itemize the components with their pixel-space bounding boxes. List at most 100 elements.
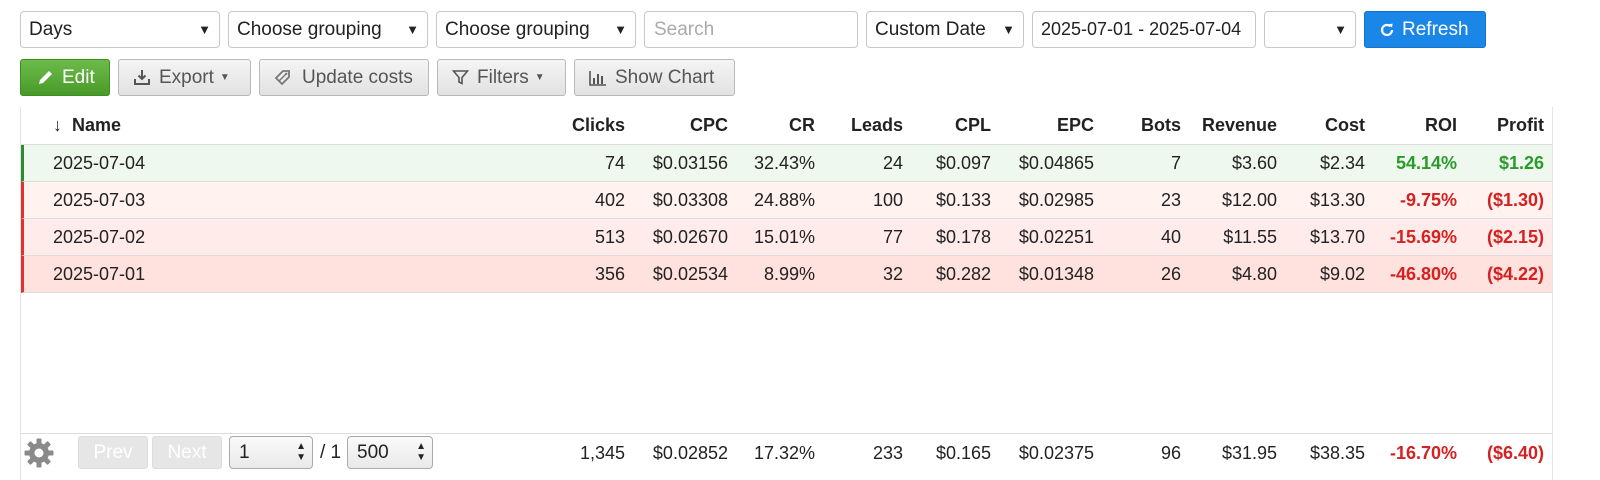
- col-header-epc[interactable]: EPC: [1057, 107, 1094, 144]
- cell-cpc: $0.02534: [652, 264, 728, 284]
- total-cr: 17.32%: [753, 443, 815, 463]
- grouping-select-3-value: Choose grouping: [445, 19, 590, 40]
- cell-leads: 32: [882, 264, 903, 284]
- edit-button[interactable]: Edit: [20, 59, 110, 96]
- date-mode-value: Custom Date: [875, 19, 986, 40]
- cell-epc: $0.04865: [1018, 153, 1094, 173]
- caret-down-icon: ▼: [1334, 22, 1347, 37]
- cell-leads: 100: [872, 190, 903, 210]
- cell-cr: 32.43%: [753, 153, 815, 173]
- cell-revenue: $4.80: [1231, 264, 1277, 284]
- table-row[interactable]: 2025-07-03 402 $0.03308 24.88% 100 $0.13…: [21, 182, 1552, 219]
- table-row[interactable]: 2025-07-04 74 $0.03156 32.43% 24 $0.097 …: [21, 145, 1552, 182]
- date-mode-select[interactable]: Custom Date ▼: [866, 11, 1024, 48]
- cell-name: 2025-07-02: [53, 227, 146, 247]
- updown-icon: ▲ ▼: [296, 441, 306, 463]
- cell-cr: 15.01%: [753, 227, 815, 247]
- search-placeholder: Search: [654, 19, 715, 40]
- refresh-button[interactable]: Refresh: [1364, 11, 1486, 48]
- export-button[interactable]: Export ▼: [118, 59, 251, 96]
- search-input[interactable]: Search: [644, 11, 858, 48]
- grouping-select-1-value: Days: [29, 19, 73, 40]
- total-profit: ($6.40): [1486, 443, 1544, 463]
- col-header-name[interactable]: Name: [72, 107, 121, 144]
- total-revenue: $31.95: [1221, 443, 1277, 463]
- cell-clicks: 356: [594, 264, 625, 284]
- caret-down-icon: ▼: [406, 22, 419, 37]
- caret-down-icon: ▼: [1002, 22, 1015, 37]
- next-label: Next: [167, 442, 207, 463]
- extra-select[interactable]: ▼: [1264, 11, 1356, 48]
- col-header-cr[interactable]: CR: [789, 107, 815, 144]
- cell-revenue: $11.55: [1223, 227, 1277, 247]
- prev-page-button[interactable]: Prev: [78, 436, 148, 469]
- bar-chart-icon: [589, 70, 606, 86]
- date-range-value: 2025-07-01 - 2025-07-04: [1041, 19, 1242, 39]
- prev-label: Prev: [93, 442, 133, 463]
- cell-cpl: $0.133: [935, 190, 991, 210]
- table-header[interactable]: ↓ Name Clicks CPC CR Leads CPL EPC Bots …: [21, 107, 1552, 145]
- cell-cr: 8.99%: [763, 264, 815, 284]
- cell-cost: $2.34: [1319, 153, 1365, 173]
- cell-clicks: 402: [594, 190, 625, 210]
- tags-icon: [274, 70, 290, 86]
- col-header-roi[interactable]: ROI: [1425, 107, 1457, 144]
- cell-cpc: $0.03156: [652, 153, 728, 173]
- report-table: ↓ Name Clicks CPC CR Leads CPL EPC Bots …: [20, 107, 1553, 480]
- pencil-icon: [39, 71, 52, 84]
- cell-bots: 23: [1160, 190, 1181, 210]
- cell-name: 2025-07-03: [53, 190, 146, 210]
- page-size-select[interactable]: 500 ▲ ▼: [347, 436, 433, 469]
- filters-button[interactable]: Filters ▼: [437, 59, 566, 96]
- col-header-bots[interactable]: Bots: [1141, 107, 1181, 144]
- cell-bots: 7: [1170, 153, 1181, 173]
- chevron-down-icon: ▼: [219, 72, 230, 83]
- page-number-select[interactable]: 1 ▲ ▼: [229, 436, 313, 469]
- col-header-profit[interactable]: Profit: [1497, 107, 1544, 144]
- update-costs-button[interactable]: Update costs: [259, 59, 429, 96]
- cell-cpl: $0.097: [935, 153, 991, 173]
- edit-label: Edit: [62, 66, 95, 88]
- col-header-cost[interactable]: Cost: [1325, 107, 1365, 144]
- export-icon: [134, 70, 150, 85]
- cell-roi: -46.80%: [1389, 264, 1457, 284]
- cell-name: 2025-07-01: [53, 264, 146, 284]
- table-row[interactable]: 2025-07-01 356 $0.02534 8.99% 32 $0.282 …: [21, 256, 1552, 293]
- col-header-revenue[interactable]: Revenue: [1202, 107, 1277, 144]
- cell-clicks: 74: [604, 153, 625, 173]
- grouping-select-1[interactable]: Days ▼: [20, 11, 220, 48]
- cell-cost: $9.02: [1319, 264, 1365, 284]
- filter-bar: Days ▼ Choose grouping ▼ Choose grouping…: [20, 11, 1486, 48]
- update-costs-label: Update costs: [302, 66, 413, 88]
- table-row[interactable]: 2025-07-02 513 $0.02670 15.01% 77 $0.178…: [21, 219, 1552, 256]
- updown-icon: ▲ ▼: [416, 441, 426, 463]
- total-clicks: 1,345: [579, 443, 625, 463]
- cell-epc: $0.02985: [1018, 190, 1094, 210]
- cell-bots: 40: [1160, 227, 1181, 247]
- sort-desc-icon[interactable]: ↓: [53, 107, 62, 144]
- cell-profit: ($1.30): [1486, 190, 1544, 210]
- total-epc: $0.02375: [1018, 443, 1094, 463]
- cell-revenue: $3.60: [1231, 153, 1277, 173]
- next-page-button[interactable]: Next: [152, 436, 222, 469]
- total-bots: 96: [1160, 443, 1181, 463]
- gear-icon[interactable]: [23, 437, 55, 469]
- date-range-input[interactable]: 2025-07-01 - 2025-07-04: [1032, 11, 1256, 48]
- col-header-leads[interactable]: Leads: [851, 107, 903, 144]
- cell-epc: $0.01348: [1018, 264, 1094, 284]
- show-chart-button[interactable]: Show Chart: [574, 59, 735, 96]
- grouping-select-3[interactable]: Choose grouping ▼: [436, 11, 636, 48]
- cell-cpl: $0.282: [935, 264, 991, 284]
- cell-clicks: 513: [594, 227, 625, 247]
- col-header-cpl[interactable]: CPL: [955, 107, 991, 144]
- refresh-icon: [1380, 23, 1394, 36]
- page-size-value: 500: [357, 442, 389, 463]
- total-pages-label: / 1: [320, 442, 342, 463]
- col-header-cpc[interactable]: CPC: [690, 107, 728, 144]
- page-number-value: 1: [239, 442, 250, 463]
- cell-cr: 24.88%: [753, 190, 815, 210]
- col-header-clicks[interactable]: Clicks: [572, 107, 625, 144]
- cell-leads: 77: [882, 227, 903, 247]
- cell-cpc: $0.02670: [652, 227, 728, 247]
- grouping-select-2[interactable]: Choose grouping ▼: [228, 11, 428, 48]
